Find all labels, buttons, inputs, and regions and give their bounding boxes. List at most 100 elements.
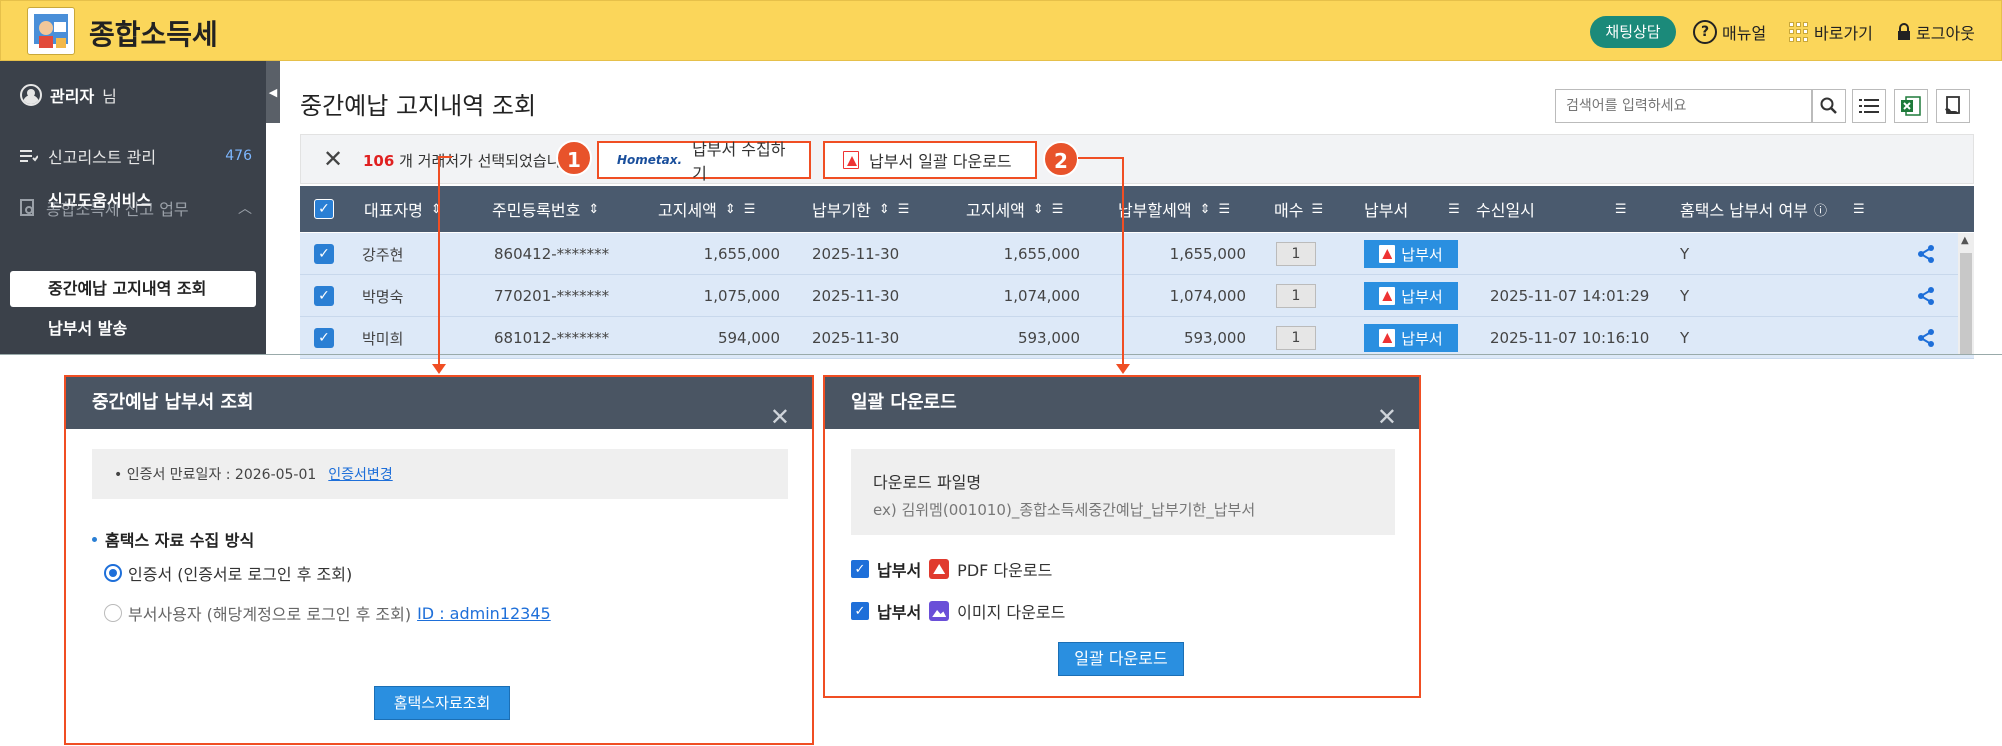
manual-link[interactable]: ? 매뉴얼 <box>1693 19 1766 45</box>
search-input[interactable] <box>1555 89 1812 123</box>
chat-consult-button[interactable]: 채팅상담 <box>1590 16 1676 48</box>
dialog-header: 중간예납 납부서 조회 ✕ <box>66 377 812 431</box>
clear-selection-icon[interactable]: ✕ <box>323 145 343 173</box>
certificate-info: • 인증서 만료일자 : 2026-05-01 인증서변경 <box>92 449 788 499</box>
th-received[interactable]: 수신일시 ☰ <box>1476 186 1636 232</box>
filter-icon: ☰ <box>1448 201 1460 217</box>
sort-icon: ⇕ <box>1032 201 1044 217</box>
excel-export-button[interactable] <box>1894 89 1928 123</box>
th-bill[interactable]: 납부서 ☰ <box>1364 186 1484 232</box>
admin-name: 관리자 <box>50 87 95 106</box>
cell-due-date: 2025-11-30 <box>812 287 900 305</box>
column-list-button[interactable] <box>1852 89 1886 123</box>
sidebar-item-help-service[interactable]: 신고도움서비스 <box>48 187 151 211</box>
bill-pdf-button[interactable]: 납부서 <box>1364 275 1458 317</box>
radio-dept-user[interactable]: 부서사용자 (해당계정으로 로그인 후 조회) ID : admin12345 <box>104 601 551 625</box>
table-row[interactable]: ✓ 강주현 860412-******* 1,655,000 2025-11-3… <box>300 233 1974 275</box>
cell-received: 2025-11-07 14:01:29 <box>1490 287 1650 305</box>
app-logo[interactable] <box>27 7 75 55</box>
radio-button <box>104 604 122 622</box>
sidebar-item-bill-send[interactable]: 납부서 발송 <box>48 315 127 339</box>
option-pdf-download[interactable]: ✓ 납부서 PDF 다운로드 <box>851 557 1052 581</box>
radio-button <box>104 564 122 582</box>
cell-notice-tax-2: 593,000 <box>1017 329 1080 347</box>
bulk-download-submit-button[interactable]: 일괄 다운로드 <box>1058 642 1184 676</box>
report-count-badge: 476 <box>225 148 252 164</box>
share-icon[interactable] <box>1916 317 1936 359</box>
admin-suffix: 님 <box>102 87 117 106</box>
cell-notice-tax: 1,655,000 <box>703 245 780 263</box>
table-header: ✓ 대표자명 ⇕ 주민등록번호 ⇕ 고지세액 ⇕ ☰ 납부기한 ⇕ ☰ 고지세액 ⇕ ☰ 납부할… <box>300 186 1974 232</box>
cert-change-link[interactable]: 인증서변경 <box>328 464 392 484</box>
grid-icon <box>1789 22 1809 42</box>
sort-icon: ⇕ <box>878 201 890 217</box>
sort-icon: ⇕ <box>724 201 736 217</box>
logout-label: 로그아웃 <box>1916 24 1975 43</box>
row-checkbox[interactable]: ✓ <box>314 275 334 317</box>
th-rrn[interactable]: 주민등록번호 ⇕ <box>492 186 642 232</box>
cell-notice-tax: 594,000 <box>717 329 780 347</box>
sidebar-item-report-list[interactable]: 신고리스트 관리 476 <box>20 144 252 168</box>
document-search-icon <box>20 199 34 216</box>
th-name[interactable]: 대표자명 ⇕ <box>364 186 474 232</box>
connector-line-1b <box>438 156 452 158</box>
row-checkbox[interactable]: ✓ <box>314 233 334 275</box>
cell-payable-tax: 1,074,000 <box>1169 287 1246 305</box>
bill-pdf-button[interactable]: 납부서 <box>1364 233 1458 275</box>
radio-certificate[interactable]: 인증서 (인증서로 로그인 후 조회) <box>104 561 352 585</box>
th-count[interactable]: 매수 ☰ <box>1274 186 1350 232</box>
close-icon[interactable]: ✕ <box>770 391 790 443</box>
connector-line-2a <box>1078 157 1124 159</box>
admin-profile: 관리자 님 <box>20 83 117 107</box>
dialog-title: 중간예납 납부서 조회 <box>92 392 254 413</box>
filter-icon: ☰ <box>1852 201 1865 217</box>
sidebar-collapse-handle[interactable]: ◀ <box>266 61 280 123</box>
row-checkbox[interactable]: ✓ <box>314 317 334 359</box>
th-due-date[interactable]: 납부기한 ⇕ ☰ <box>812 186 962 232</box>
cell-hometax-flag: Y <box>1680 329 1690 347</box>
dept-id-link[interactable]: ID : admin12345 <box>417 604 551 623</box>
hometax-logo-icon: Hometax. <box>617 153 683 167</box>
cell-due-date: 2025-11-30 <box>812 329 900 347</box>
list-icon <box>20 150 38 162</box>
cell-count: 1 <box>1276 317 1316 359</box>
cell-name: 박미희 <box>362 329 404 348</box>
pdf-icon <box>1379 329 1396 347</box>
table-row[interactable]: ✓ 박명숙 770201-******* 1,075,000 2025-11-3… <box>300 275 1974 317</box>
bill-pdf-button[interactable]: 납부서 <box>1364 317 1458 359</box>
logout-link[interactable]: 로그아웃 <box>1897 19 1975 45</box>
close-icon[interactable]: ✕ <box>1377 391 1397 443</box>
dialog-title: 일괄 다운로드 <box>851 392 957 413</box>
checkbox-checked: ✓ <box>851 560 869 578</box>
sidebar-item-interim-notice[interactable]: 중간예납 고지내역 조회 <box>10 271 256 307</box>
tax-person-icon <box>34 14 68 48</box>
option-image-download[interactable]: ✓ 납부서 이미지 다운로드 <box>851 599 1065 623</box>
dialog-header: 일괄 다운로드 ✕ <box>825 377 1419 431</box>
cell-count: 1 <box>1276 275 1316 317</box>
step-badge-1: 1 <box>556 140 592 176</box>
share-icon[interactable] <box>1916 233 1936 275</box>
collect-bills-button[interactable]: Hometax. 납부서 수집하기 <box>597 140 811 183</box>
bulk-download-button[interactable]: 납부서 일괄 다운로드 <box>823 141 1037 179</box>
table-scrollbar[interactable]: ▲ <box>1958 233 1974 354</box>
print-button[interactable] <box>1936 89 1970 123</box>
table-row[interactable]: ✓ 박미희 681012-******* 594,000 2025-11-30 … <box>300 317 1974 359</box>
selection-count: 106 <box>363 152 395 170</box>
th-payable-tax[interactable]: 납부할세액 ⇕ ☰ <box>1118 186 1278 232</box>
sort-icon: ⇕ <box>588 201 600 217</box>
th-notice-tax-2[interactable]: 고지세액 ⇕ ☰ <box>966 186 1116 232</box>
pdf-icon <box>929 559 950 579</box>
hometax-query-button[interactable]: 홈택스자료조회 <box>374 686 510 720</box>
cell-rrn: 860412-******* <box>494 245 610 263</box>
filter-icon: ☰ <box>897 201 910 217</box>
search-icon <box>1820 97 1837 114</box>
share-icon[interactable] <box>1916 275 1936 317</box>
shortcut-link[interactable]: 바로가기 <box>1789 19 1873 45</box>
cell-payable-tax: 1,655,000 <box>1169 245 1246 263</box>
th-notice-tax[interactable]: 고지세액 ⇕ ☰ <box>658 186 808 232</box>
pdf-icon <box>1379 245 1396 263</box>
collect-bill-dialog: 중간예납 납부서 조회 ✕ • 인증서 만료일자 : 2026-05-01 인증… <box>64 375 814 745</box>
select-all-checkbox[interactable]: ✓ <box>314 186 340 232</box>
th-hometax-flag[interactable]: 홈택스 납부서 여부 ⓘ ☰ <box>1680 186 1910 232</box>
search-button[interactable] <box>1812 89 1846 123</box>
